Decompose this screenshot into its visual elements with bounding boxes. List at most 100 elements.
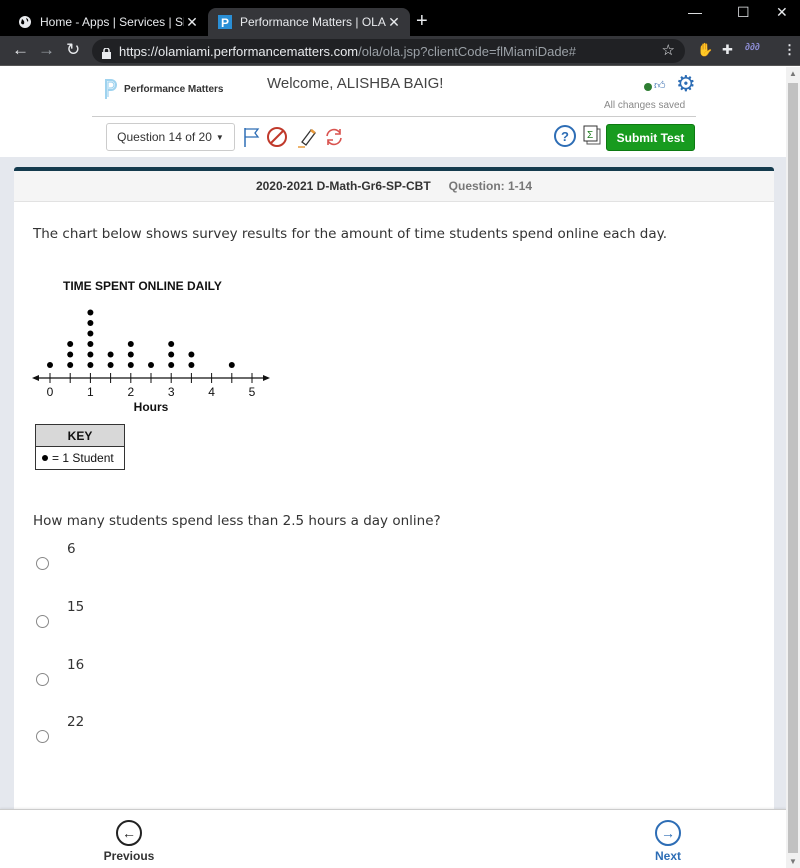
new-tab-button[interactable]: + bbox=[416, 10, 428, 32]
tab-home[interactable]: Home - Apps | Services | Sites ✕ bbox=[8, 8, 208, 36]
x-tick-label: 0 bbox=[47, 385, 54, 399]
page-content: Performance Matters Welcome, ALISHBA BAI… bbox=[0, 67, 786, 868]
x-tick-label: 2 bbox=[127, 385, 134, 399]
performance-matters-logo: Performance Matters bbox=[104, 78, 223, 100]
tab-performance-matters[interactable]: P Performance Matters | OLA ✕ bbox=[208, 8, 410, 36]
data-dot bbox=[188, 362, 195, 368]
x-tick-label: 3 bbox=[168, 385, 175, 399]
globe-icon bbox=[18, 15, 32, 29]
vertical-scrollbar[interactable]: ▲ ▼ bbox=[786, 67, 800, 868]
question-id: Question: 1-14 bbox=[448, 179, 533, 193]
data-dot bbox=[87, 309, 94, 316]
svg-text:Σ: Σ bbox=[587, 130, 593, 141]
test-name: 2020-2021 D-Math-Gr6-SP-CBT bbox=[255, 179, 431, 193]
header-divider bbox=[92, 116, 696, 117]
choice-label: 6 bbox=[67, 541, 76, 557]
extension-hand-icon[interactable]: ✋ bbox=[697, 42, 713, 58]
dot-plot-chart: TIME SPENT ONLINE DAILY 0 1 2 3 4 5 Hours bbox=[32, 279, 270, 414]
back-icon[interactable]: ← bbox=[12, 40, 29, 60]
logo-text: Performance Matters bbox=[124, 83, 224, 95]
highlighter-icon[interactable] bbox=[295, 124, 319, 150]
data-dot bbox=[67, 362, 74, 368]
choice-label: 22 bbox=[67, 714, 85, 730]
eliminate-icon[interactable] bbox=[265, 124, 289, 150]
maximize-button[interactable]: ☐ bbox=[737, 4, 750, 21]
svg-text:P: P bbox=[221, 16, 229, 29]
data-dot bbox=[67, 341, 74, 347]
choice-label: 15 bbox=[67, 599, 85, 615]
key-text: = 1 Student bbox=[52, 451, 114, 465]
radio-button[interactable] bbox=[36, 557, 49, 570]
scroll-down-arrow-icon[interactable]: ▼ bbox=[786, 857, 800, 866]
data-dot bbox=[67, 351, 74, 358]
question-select[interactable]: Question 14 of 20 ▼ bbox=[106, 123, 235, 151]
close-tab-icon[interactable]: ✕ bbox=[386, 14, 402, 31]
data-dot bbox=[168, 362, 175, 368]
data-dot bbox=[87, 320, 94, 326]
address-bar[interactable]: https://olamiami.performancematters.com/… bbox=[92, 39, 685, 63]
lock-icon bbox=[102, 46, 111, 59]
calculator-icon[interactable]: Σ bbox=[583, 125, 601, 145]
data-dot bbox=[168, 351, 175, 358]
reset-refresh-icon[interactable] bbox=[322, 124, 346, 150]
scrollbar-thumb[interactable] bbox=[788, 83, 798, 853]
x-axis: 0 1 2 3 4 5 bbox=[32, 373, 270, 399]
previous-button[interactable]: ← Previous bbox=[99, 820, 159, 863]
x-tick-label: 4 bbox=[208, 385, 215, 399]
radio-button[interactable] bbox=[36, 673, 49, 686]
thumbs-up-icon: 👍︎ bbox=[654, 80, 666, 92]
question-prompt: The chart below shows survey results for… bbox=[33, 226, 667, 242]
close-window-button[interactable]: ✕ bbox=[776, 4, 788, 21]
data-dot bbox=[168, 341, 175, 347]
bookmark-star-icon[interactable]: ☆ bbox=[662, 41, 675, 59]
url-path: /ola/ola.jsp?clientCode=flMiamiDade# bbox=[358, 43, 577, 59]
profile-avatar-icon[interactable]: ∂∂∂ bbox=[745, 42, 760, 53]
scroll-up-arrow-icon[interactable]: ▲ bbox=[786, 69, 800, 78]
help-button[interactable]: ? bbox=[554, 125, 576, 147]
dot-series bbox=[47, 309, 235, 368]
answer-choice[interactable]: 22 bbox=[36, 714, 236, 754]
key-title: KEY bbox=[36, 425, 124, 447]
extensions-puzzle-icon[interactable]: ✚ bbox=[722, 42, 733, 58]
key-entry: = 1 Student bbox=[36, 447, 124, 469]
data-dot bbox=[107, 362, 114, 368]
reload-icon[interactable]: ↻ bbox=[66, 40, 80, 60]
x-tick-label: 5 bbox=[249, 385, 256, 399]
axis-arrow-right bbox=[263, 375, 270, 381]
chart-key: KEY = 1 Student bbox=[35, 424, 125, 470]
close-tab-icon[interactable]: ✕ bbox=[184, 14, 200, 31]
arrow-left-icon: ← bbox=[116, 820, 142, 846]
data-dot bbox=[127, 341, 134, 347]
data-dot bbox=[127, 362, 134, 368]
data-dot bbox=[188, 351, 195, 358]
next-button[interactable]: → Next bbox=[638, 820, 698, 863]
x-axis-label: Hours bbox=[134, 400, 169, 414]
answer-choice[interactable]: 15 bbox=[36, 599, 236, 639]
data-dot bbox=[87, 362, 94, 368]
previous-label: Previous bbox=[103, 849, 155, 863]
answer-choice[interactable]: 16 bbox=[36, 657, 236, 697]
submit-test-button[interactable]: Submit Test bbox=[606, 124, 695, 151]
browser-toolbar: ← → ↻ https://olamiami.performancematter… bbox=[0, 36, 800, 66]
data-dot bbox=[228, 362, 235, 368]
navigation-footer: ← Previous → Next bbox=[0, 809, 786, 868]
browser-tab-bar: Home - Apps | Services | Sites ✕ P Perfo… bbox=[0, 0, 800, 36]
x-tick-label: 1 bbox=[87, 385, 94, 399]
arrow-right-icon: → bbox=[655, 820, 681, 846]
choice-label: 16 bbox=[67, 657, 85, 673]
axis-arrow-left bbox=[32, 375, 39, 381]
connection-status-icon bbox=[644, 83, 652, 91]
settings-gear-icon[interactable]: ⚙ bbox=[676, 73, 696, 95]
menu-kebab-icon[interactable]: ⋮ bbox=[783, 42, 796, 58]
minimize-button[interactable]: — bbox=[688, 4, 702, 20]
next-label: Next bbox=[654, 849, 681, 863]
flag-icon[interactable] bbox=[240, 124, 264, 150]
forward-icon[interactable]: → bbox=[38, 40, 55, 60]
data-dot bbox=[107, 351, 114, 358]
welcome-message: Welcome, ALISHBA BAIG! bbox=[267, 75, 444, 92]
url-host: https://olamiami.performancematters.com bbox=[119, 43, 359, 59]
radio-button[interactable] bbox=[36, 730, 49, 743]
answer-choice[interactable]: 6 bbox=[36, 541, 236, 581]
radio-button[interactable] bbox=[36, 615, 49, 628]
question-text: How many students spend less than 2.5 ho… bbox=[33, 513, 441, 529]
